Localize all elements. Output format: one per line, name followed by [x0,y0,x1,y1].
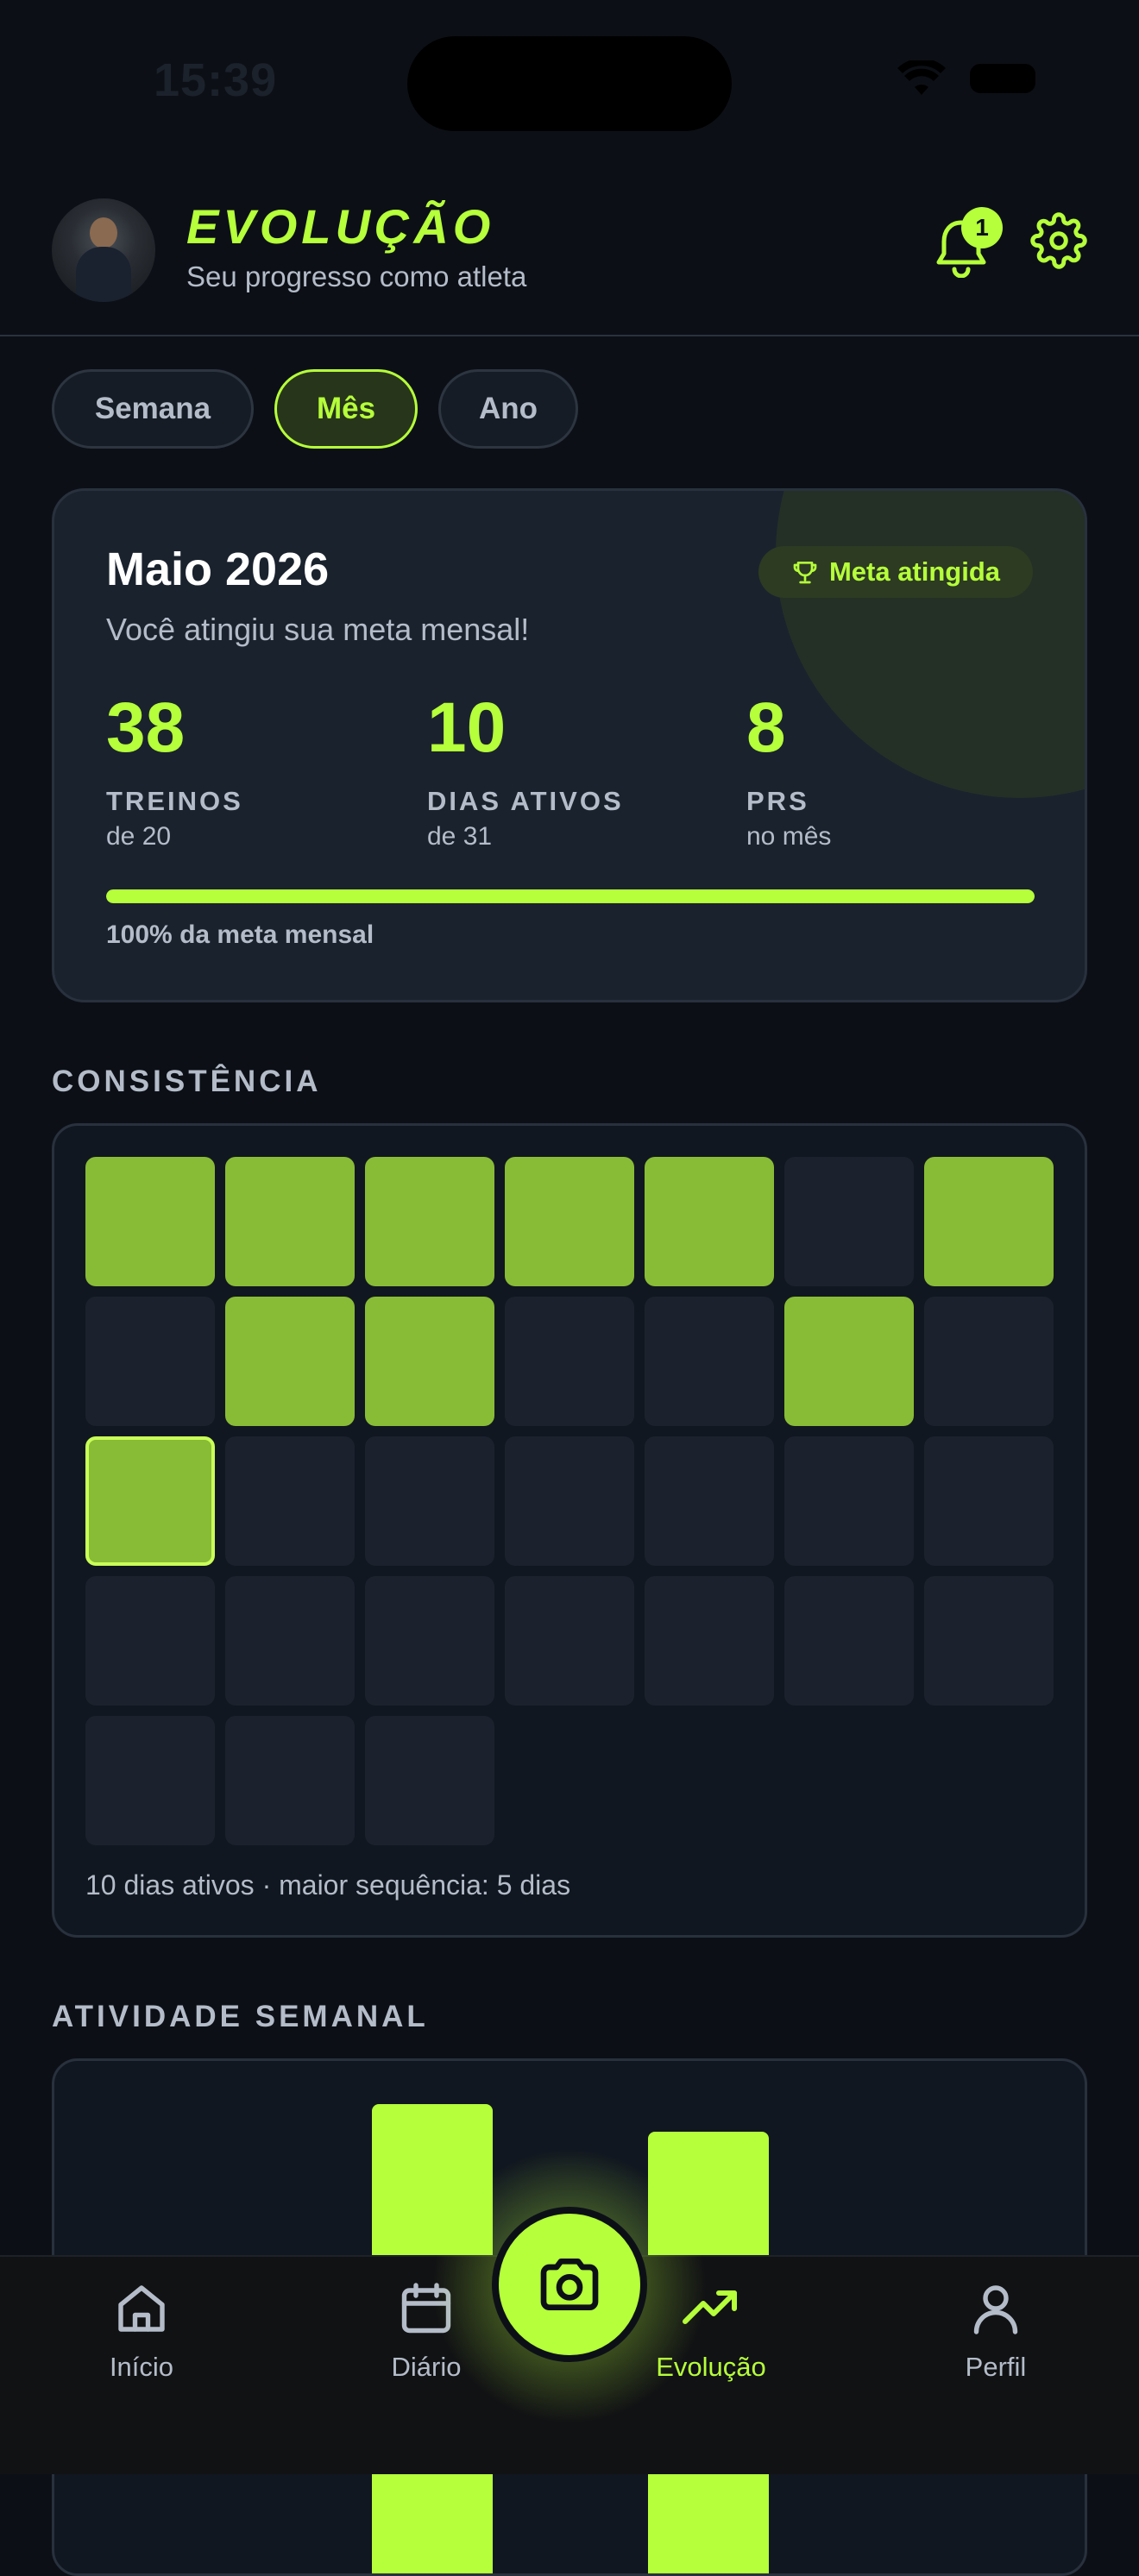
consistency-caption: 10 dias ativos · maior sequência: 5 dias [85,1869,571,1901]
notification-badge: 1 [961,207,1003,248]
day-cell[interactable] [365,1436,494,1566]
month-title: Maio 2026 [106,543,330,595]
tab-mes[interactable]: Mês [274,369,418,449]
page-title: EVOLUÇÃO [186,199,495,254]
day-cell[interactable] [505,1157,634,1286]
nav-label: Perfil [965,2352,1027,2382]
goal-message: Você atingiu sua meta mensal! [106,612,530,647]
day-cell[interactable] [784,1157,914,1286]
camera-button[interactable] [492,2207,647,2362]
stat-sub: de 31 [427,822,493,851]
dynamic-island [407,36,732,131]
stat-dias-ativos: 10 DIAS ATIVOS de 31 [427,693,624,851]
status-time: 15:39 [154,54,278,106]
tab-semana[interactable]: Semana [52,369,254,449]
stat-value: 38 [106,688,186,767]
app-header: EVOLUÇÃO Seu progresso como atleta 1 [0,164,1139,336]
goal-progress-bar [106,889,1035,903]
nav-inicio[interactable]: Início [55,2278,228,2383]
day-cell[interactable] [85,1297,215,1426]
day-cell[interactable] [85,1576,215,1706]
day-cell[interactable] [924,1297,1054,1426]
nav-label: Início [109,2352,174,2382]
day-cell[interactable] [225,1436,355,1566]
day-cell[interactable] [645,1436,774,1566]
page-subtitle: Seu progresso como atleta [186,261,527,292]
day-cell[interactable] [85,1157,215,1286]
weekly-section-title: ATIVIDADE SEMANAL [52,2000,429,2033]
status-bar: 15:39 [0,0,1139,164]
stat-sub: no mês [746,822,832,851]
day-cell[interactable] [924,1436,1054,1566]
day-cell[interactable] [784,1576,914,1706]
trophy-icon [793,562,817,584]
stat-label: DIAS ATIVOS [427,786,624,816]
day-cell[interactable] [924,1576,1054,1706]
stat-value: 8 [746,688,786,767]
day-cell[interactable] [365,1576,494,1706]
consistency-card: 10 dias ativos · maior sequência: 5 dias [52,1123,1087,1938]
consistency-grid [85,1157,1054,1845]
nav-perfil[interactable]: Perfil [909,2278,1082,2383]
period-tabs: Semana Mês Ano [52,369,578,449]
stat-treinos: 38 TREINOS de 20 [106,693,243,851]
stat-prs: 8 PRS no mês [746,693,831,851]
day-cell[interactable] [225,1297,355,1426]
day-cell[interactable] [645,1576,774,1706]
stat-sub: de 20 [106,822,172,851]
day-cell[interactable] [784,1297,914,1426]
monthly-summary-card: Maio 2026 Você atingiu sua meta mensal! … [52,488,1087,1002]
status-icons [897,60,1035,97]
day-cell[interactable] [505,1576,634,1706]
stat-label: TREINOS [106,786,243,816]
gear-icon[interactable] [1030,212,1087,269]
day-cell[interactable] [924,1157,1054,1286]
day-cell[interactable] [365,1157,494,1286]
avatar[interactable] [52,198,155,302]
home-icon [118,2285,165,2332]
day-cell[interactable] [784,1436,914,1566]
day-cell-today[interactable] [85,1436,215,1566]
day-cell[interactable] [365,1297,494,1426]
goal-progress-fill [106,889,1035,903]
goal-reached-badge: Meta atingida [758,546,1033,598]
goal-reached-label: Meta atingida [828,556,1001,587]
day-cell[interactable] [645,1157,774,1286]
goal-progress-label: 100% da meta mensal [106,920,374,949]
day-cell[interactable] [225,1576,355,1706]
battery-icon [970,64,1035,93]
wifi-icon [897,60,946,97]
camera-icon [540,2259,599,2310]
day-cell[interactable] [85,1716,215,1845]
day-cell[interactable] [225,1716,355,1845]
day-cell[interactable] [505,1297,634,1426]
day-cell[interactable] [645,1297,774,1426]
day-cell[interactable] [365,1716,494,1845]
user-icon [973,2285,1018,2334]
stat-value: 10 [427,688,507,767]
day-cell[interactable] [225,1157,355,1286]
stat-label: PRS [746,786,809,816]
tab-ano[interactable]: Ano [438,369,578,449]
day-cell[interactable] [505,1436,634,1566]
consistency-section-title: CONSISTÊNCIA [52,1065,322,1098]
